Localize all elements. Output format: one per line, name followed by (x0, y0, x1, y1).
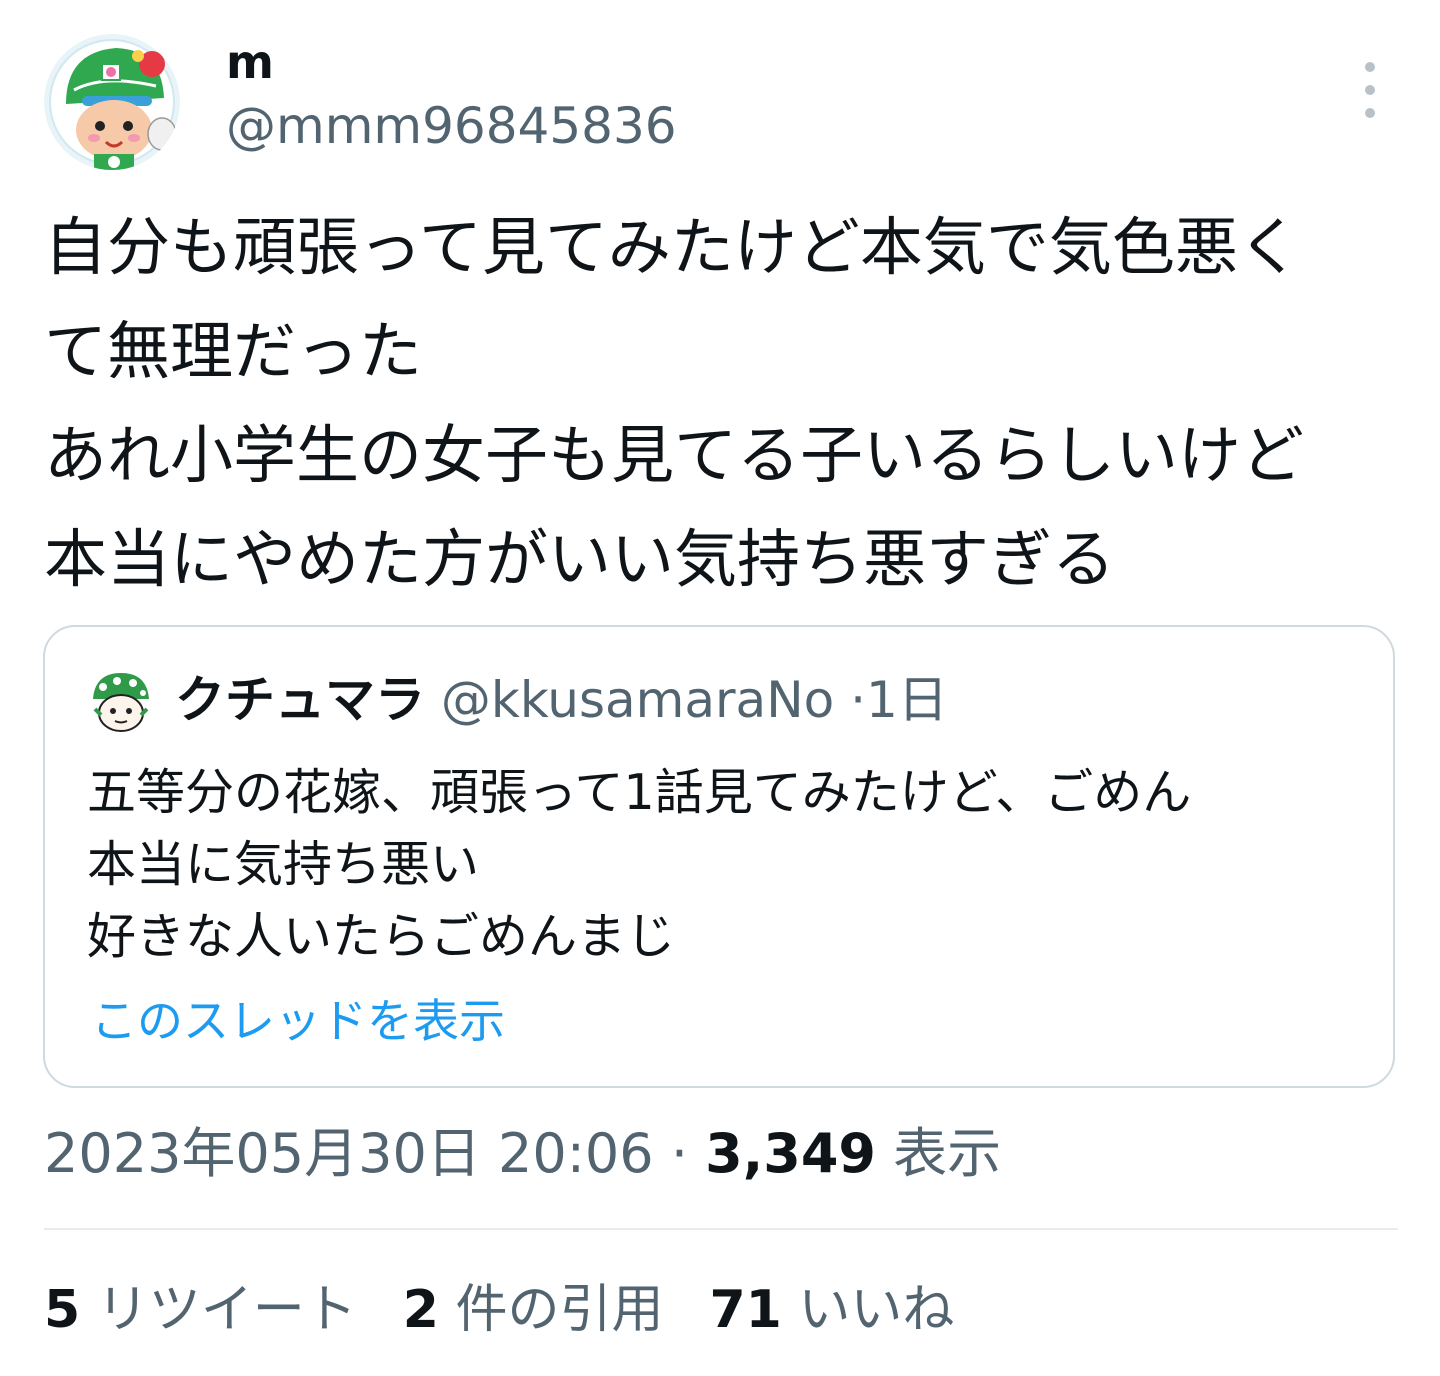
more-vertical-icon (1365, 62, 1375, 72)
quoted-tweet-card[interactable]: クチュマラ @kkusamaraNo ·1日 五等分の花嫁、頑張って1話見てみた… (43, 625, 1395, 1088)
retweets-count: 5 (44, 1280, 81, 1340)
more-options-button[interactable] (1350, 62, 1390, 118)
meta-separator: · (670, 1122, 688, 1185)
tweet-meta: 2023年05月30日 20:06 · 3,349 表示 (44, 1118, 1001, 1190)
quotes-count: 2 (402, 1280, 439, 1340)
author-avatar[interactable] (44, 34, 180, 170)
quote-avatar-icon (87, 669, 155, 737)
quotes-stat[interactable]: 2 件の引用 (403, 1274, 664, 1346)
divider (44, 1228, 1398, 1230)
views-count: 3,349 (705, 1122, 876, 1185)
views-label: 表示 (893, 1122, 1002, 1185)
show-thread-link[interactable]: このスレッドを表示 (91, 991, 505, 1051)
quote-separator: · (850, 671, 867, 729)
quote-text: 五等分の花嫁、頑張って1話見てみたけど、ごめん 本当に気持ち悪い 好きな人いたら… (87, 764, 1192, 965)
tweet-text: 自分も頑張って見てみたけど本気で気色悪く て無理だった あれ小学生の女子も見てる… (44, 211, 1304, 596)
quote-avatar[interactable] (87, 669, 155, 737)
author-handle[interactable]: @mmm96845836 (226, 96, 677, 156)
quote-handle[interactable]: @kkusamaraNo (441, 671, 834, 729)
retweets-label: リツイート (96, 1280, 357, 1340)
retweets-stat[interactable]: 5 リツイート (44, 1274, 357, 1346)
quote-display-name[interactable]: クチュマラ (175, 671, 425, 729)
quote-time[interactable]: 1日 (866, 671, 948, 729)
more-vertical-icon (1365, 108, 1375, 118)
likes-stat[interactable]: 71 いいね (709, 1274, 954, 1346)
likes-label: いいね (798, 1280, 955, 1340)
likes-count: 71 (709, 1280, 782, 1340)
mascot-avatar-icon (44, 34, 180, 170)
author-display-name[interactable]: m (226, 34, 274, 90)
quotes-label: 件の引用 (455, 1280, 664, 1340)
engagement-stats: 5 リツイート 2 件の引用 71 いいね (44, 1274, 1000, 1346)
tweet-timestamp[interactable]: 2023年05月30日 20:06 (44, 1122, 654, 1185)
more-vertical-icon (1365, 85, 1375, 95)
quote-header: クチュマラ @kkusamaraNo ·1日 (175, 667, 948, 733)
